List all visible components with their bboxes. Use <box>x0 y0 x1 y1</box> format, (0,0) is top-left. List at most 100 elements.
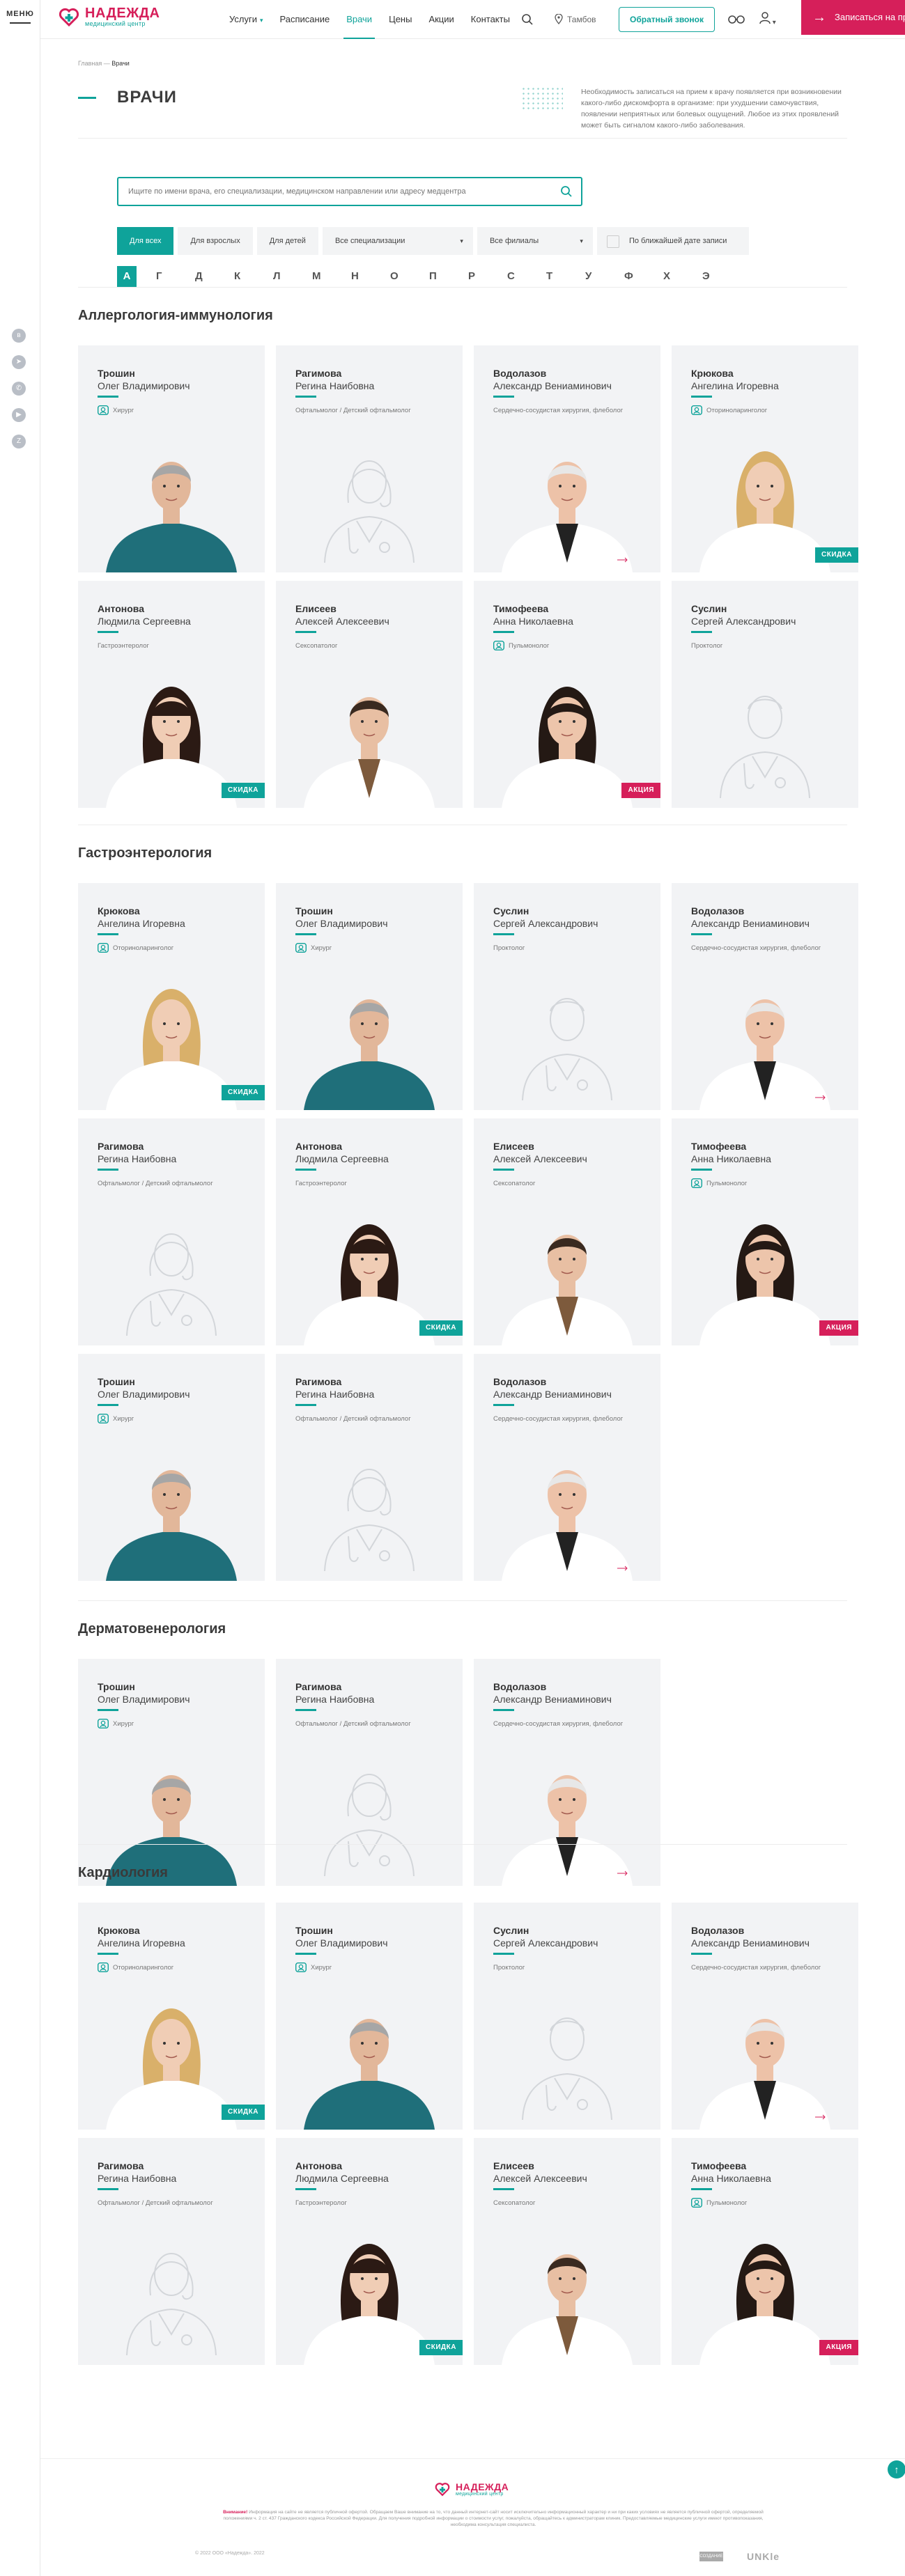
doctor-card[interactable]: Крюкова Ангелина Игоревна Оториноларинголо… <box>78 883 265 1110</box>
doctor-card[interactable]: Елисеев Алексей Алексеевич Сексопатолог <box>474 2138 660 2365</box>
search-input[interactable] <box>118 178 536 205</box>
doctor-card[interactable]: Водолазов Александр Вениаминович Сердечно-… <box>672 1903 858 2130</box>
doctor-specialty: Хирург <box>98 1414 230 1424</box>
doctor-card[interactable]: Трошин Олег Владимирович Хирург <box>78 1659 265 1886</box>
enroll-button[interactable]: → Записаться на прием <box>801 0 905 35</box>
name-accent-line <box>691 1953 712 1955</box>
nav-doctors[interactable]: Врачи <box>338 0 380 39</box>
doctor-specialty-text: Сексопатолог <box>493 1180 536 1187</box>
name-accent-line <box>493 1404 514 1406</box>
arrow-right-icon <box>617 1566 628 1571</box>
letter-filter[interactable]: У <box>585 266 624 287</box>
name-accent-line <box>98 396 118 398</box>
filters: Для всех Для взрослых Для детей Все спец… <box>117 227 749 255</box>
doctor-card[interactable]: Тимофеева Анна Николаевна Пульмонолог АКЦИЯ <box>672 1118 858 1345</box>
doctor-card[interactable]: Антонова Людмила Сергеевна Гастроэнтеролог… <box>276 1118 463 1345</box>
doctor-card[interactable]: Антонова Людмила Сергеевна Гастроэнтеролог… <box>276 2138 463 2365</box>
logo[interactable]: НАДЕЖДА медицинский центр <box>59 6 160 27</box>
doctor-first-name: Александр Вениаминович <box>691 918 810 929</box>
doctor-first-name: Анна Николаевна <box>691 2173 771 2184</box>
specialization-select[interactable]: Все специализации <box>322 227 473 255</box>
doctor-card[interactable]: Рагимова Регина Наибовна Офтальмолог / Дет… <box>78 2138 265 2365</box>
breadcrumb-home[interactable]: Главная <box>78 60 102 67</box>
name-accent-line <box>98 1709 118 1711</box>
nav-schedule[interactable]: Расписание <box>272 0 339 39</box>
doctor-card[interactable]: Крюкова Ангелина Игоревна Оториноларинголо… <box>672 345 858 572</box>
letter-filter[interactable]: Ф <box>624 266 663 287</box>
filter-adults[interactable]: Для взрослых <box>178 227 253 255</box>
doctor-card[interactable]: Трошин Олег Владимирович Хирург <box>78 1354 265 1581</box>
sale-badge: СКИДКА <box>222 783 265 798</box>
callback-button[interactable]: Обратный звонок <box>619 7 715 32</box>
doctor-card[interactable]: Елисеев Алексей Алексеевич Сексопатолог <box>474 1118 660 1345</box>
logo-heart-icon <box>435 2483 450 2497</box>
zen-icon[interactable]: Z <box>12 435 26 448</box>
filter-kids[interactable]: Для детей <box>256 227 318 255</box>
nav-promos[interactable]: Акции <box>420 0 462 39</box>
doctor-card[interactable]: Суслин Сергей Александрович Проктолог <box>672 581 858 808</box>
letter-filter[interactable]: О <box>390 266 429 287</box>
vk-icon[interactable]: в <box>12 329 26 343</box>
youtube-icon[interactable]: ▶ <box>12 408 26 422</box>
scroll-up-button[interactable]: ↑ <box>888 2460 905 2479</box>
letter-filter[interactable]: М <box>312 266 351 287</box>
menu-button[interactable]: МЕНЮ <box>0 10 40 24</box>
filter-all[interactable]: Для всех <box>117 227 174 255</box>
letter-filter[interactable]: Г <box>156 266 195 287</box>
search-icon[interactable] <box>560 185 573 198</box>
doctor-card[interactable]: Суслин Сергей Александрович Проктолог <box>474 883 660 1110</box>
doctor-last-name: Тимофеева <box>691 2160 747 2171</box>
low-vision-icon[interactable] <box>727 13 745 25</box>
nav-prices[interactable]: Цены <box>380 0 420 39</box>
doctor-card[interactable]: Елисеев Алексей Алексеевич Сексопатолог <box>276 581 463 808</box>
letter-filter[interactable]: Д <box>195 266 234 287</box>
letter-filter[interactable]: Э <box>702 266 741 287</box>
divider <box>78 1844 847 1845</box>
doctor-card[interactable]: Рагимова Регина Наибовна Офтальмолог / Дет… <box>78 1118 265 1345</box>
divider <box>78 138 847 139</box>
doctor-card[interactable]: Рагимова Регина Наибовна Офтальмолог / Дет… <box>276 1354 463 1581</box>
doctor-card[interactable]: Суслин Сергей Александрович Проктолог <box>474 1903 660 2130</box>
doctor-card[interactable]: Водолазов Александр Вениаминович Сердечно-… <box>672 883 858 1110</box>
doctor-specialty: Сердечно-сосудистая хирургия, флеболог <box>691 943 823 953</box>
branch-select[interactable]: Все филиалы <box>477 227 593 255</box>
doctor-specialty-text: Офтальмолог / Детский офтальмолог <box>295 1720 411 1728</box>
footer-logo[interactable]: НАДЕЖДА медицинский центр <box>435 2481 509 2497</box>
letter-filter[interactable]: Л <box>273 266 312 287</box>
doctor-card[interactable]: Трошин Олег Владимирович Хирург <box>276 883 463 1110</box>
developer-name[interactable]: UNKle <box>747 2551 780 2562</box>
decorative-dots <box>521 86 563 111</box>
telegram-icon[interactable]: ➤ <box>12 355 26 369</box>
doctor-card[interactable]: Крюкова Ангелина Игоревна Оториноларинголо… <box>78 1903 265 2130</box>
letter-filter[interactable]: Н <box>351 266 390 287</box>
letter-filter[interactable]: Т <box>546 266 585 287</box>
doctor-card[interactable]: Рагимова Регина Наибовна Офтальмолог / Дет… <box>276 1659 463 1886</box>
doctor-card[interactable]: Водолазов Александр Вениаминович Сердечно-… <box>474 1659 660 1886</box>
doctor-card[interactable]: Тимофеева Анна Николаевна Пульмонолог АКЦИЯ <box>474 581 660 808</box>
search-icon[interactable] <box>521 13 534 26</box>
doctor-card[interactable]: Трошин Олег Владимирович Хирург <box>78 345 265 572</box>
doctor-card[interactable]: Водолазов Александр Вениаминович Сердечно-… <box>474 1354 660 1581</box>
city-selector[interactable]: Тамбов <box>555 14 596 24</box>
letter-filter[interactable]: К <box>234 266 273 287</box>
letter-filter[interactable]: А <box>117 266 137 287</box>
doctor-first-name: Олег Владимирович <box>98 1389 190 1400</box>
letter-filter[interactable]: П <box>429 266 468 287</box>
nav-services[interactable]: Услуги ▾ <box>221 0 272 39</box>
doctor-card[interactable]: Водолазов Александр Вениаминович Сердечно-… <box>474 345 660 572</box>
letter-filter[interactable]: Р <box>468 266 507 287</box>
account-menu[interactable]: ▾ <box>759 12 779 26</box>
nav-contacts[interactable]: Контакты <box>463 0 518 39</box>
viber-icon[interactable]: ✆ <box>12 382 26 396</box>
developer-badge[interactable]: СОЗДАНИЕ <box>699 2552 723 2561</box>
letter-filter[interactable]: С <box>507 266 546 287</box>
doctor-card[interactable]: Антонова Людмила Сергеевна Гастроэнтеролог… <box>78 581 265 808</box>
doctor-photo <box>672 666 858 808</box>
doctor-card[interactable]: Рагимова Регина Наибовна Офтальмолог / Дет… <box>276 345 463 572</box>
doctor-card[interactable]: Трошин Олег Владимирович Хирург <box>276 1903 463 2130</box>
doctor-first-name: Анна Николаевна <box>691 1153 771 1164</box>
nearest-date-checkbox[interactable]: По ближайшей дате записи <box>596 227 749 255</box>
letter-filter[interactable]: Х <box>663 266 702 287</box>
doctor-last-name: Крюкова <box>98 905 140 916</box>
doctor-card[interactable]: Тимофеева Анна Николаевна Пульмонолог АКЦИЯ <box>672 2138 858 2365</box>
